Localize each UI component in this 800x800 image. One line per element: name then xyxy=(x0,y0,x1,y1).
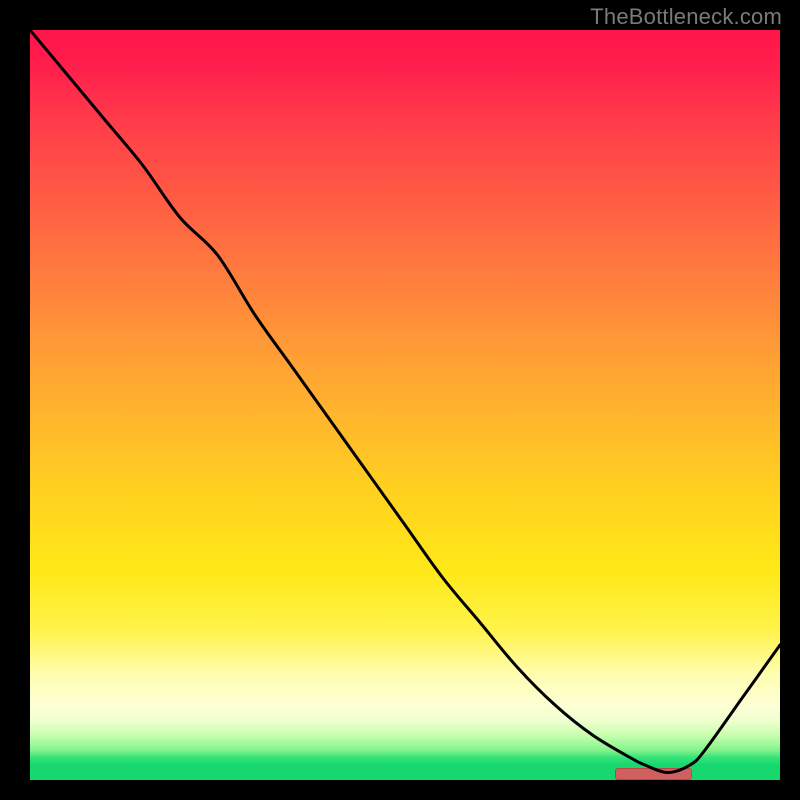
plot-frame xyxy=(30,30,780,780)
bottleneck-curve xyxy=(30,30,780,780)
curve-path xyxy=(30,30,780,773)
chart-stage: TheBottleneck.com xyxy=(0,0,800,800)
watermark-text: TheBottleneck.com xyxy=(590,4,782,30)
